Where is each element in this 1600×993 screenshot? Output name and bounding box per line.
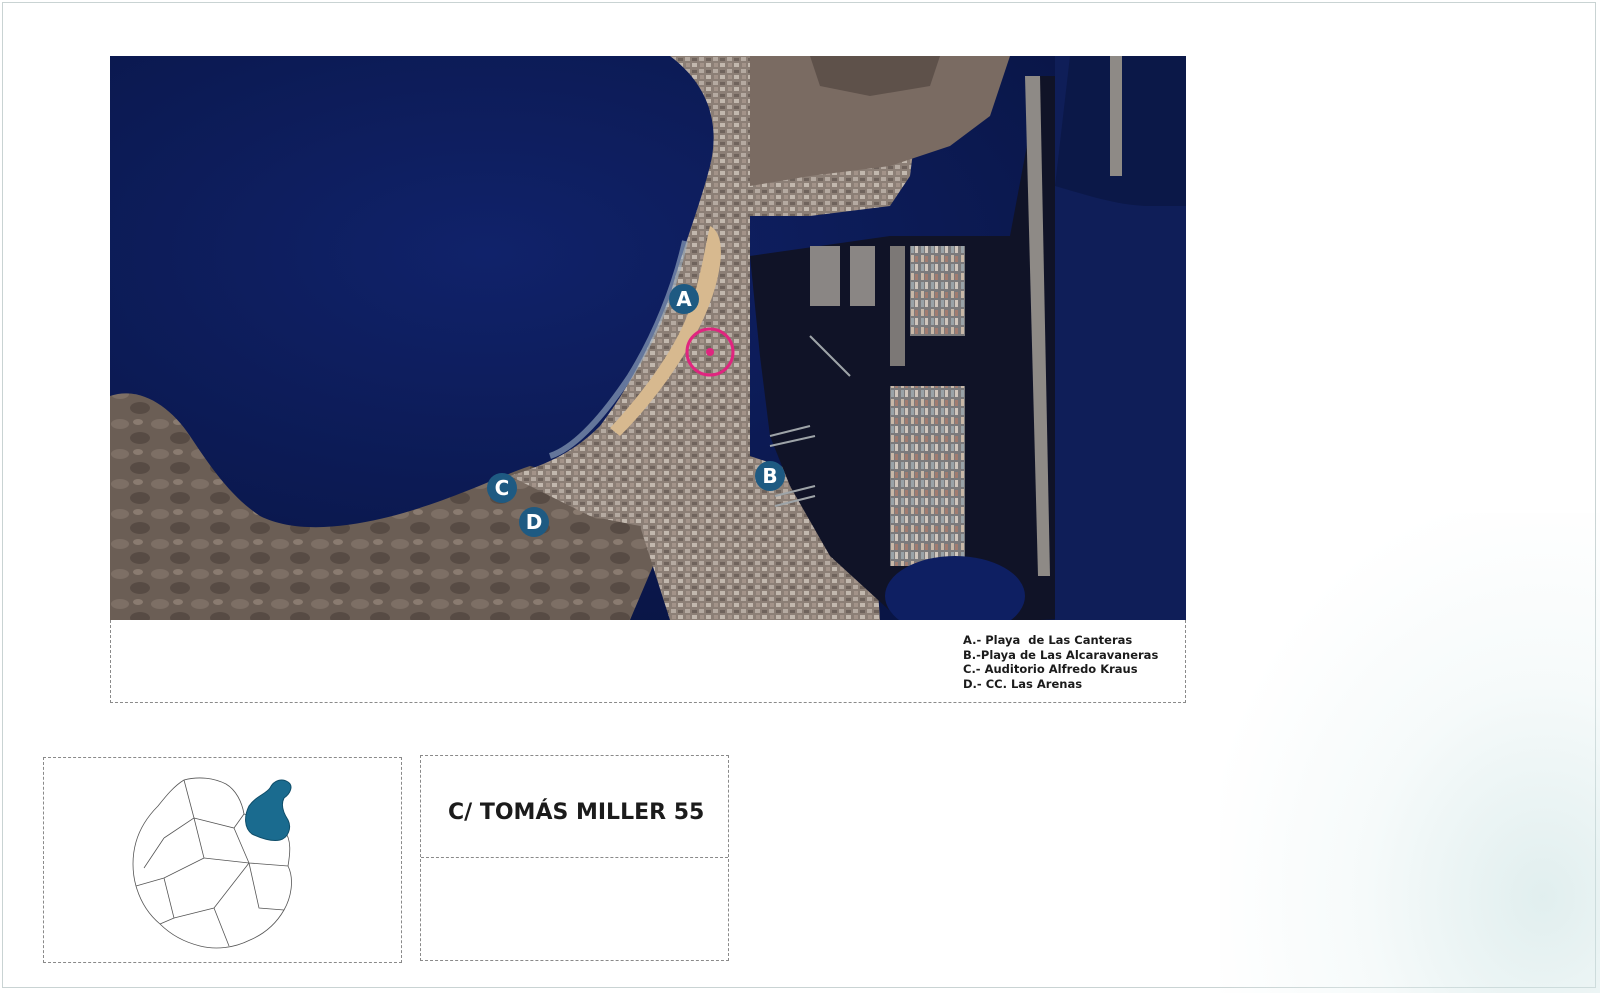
background-glow bbox=[1220, 513, 1600, 993]
satellite-map[interactable]: A B C D bbox=[110, 56, 1186, 620]
marker-c-label: C bbox=[495, 476, 510, 500]
address-panel: C/ TOMÁS MILLER 55 bbox=[420, 755, 729, 961]
legend-item-c: C.- Auditorio Alfredo Kraus bbox=[963, 662, 1138, 676]
container-terminal bbox=[890, 386, 965, 566]
address-divider bbox=[421, 857, 728, 858]
marker-d-label: D bbox=[526, 510, 543, 534]
marker-c[interactable]: C bbox=[487, 473, 517, 503]
marker-d[interactable]: D bbox=[519, 507, 549, 537]
marker-a-label: A bbox=[676, 287, 692, 311]
address-title: C/ TOMÁS MILLER 55 bbox=[448, 800, 705, 825]
marker-b-label: B bbox=[762, 464, 777, 488]
legend-panel: A.- Playa de Las Canteras B.-Playa de La… bbox=[110, 620, 1186, 703]
marker-b[interactable]: B bbox=[755, 461, 785, 491]
legend-item-d: D.- CC. Las Arenas bbox=[963, 676, 1083, 691]
island-outline-map bbox=[132, 777, 292, 949]
legend-item-b: B.-Playa de Las Alcaravaneras bbox=[963, 647, 1159, 662]
legend-item-a: A.- Playa de Las Canteras bbox=[963, 633, 1133, 647]
map-legend: A.- Playa de Las Canteras B.-Playa de La… bbox=[963, 633, 1158, 691]
island-locator-panel bbox=[43, 757, 402, 963]
marker-a[interactable]: A bbox=[669, 284, 699, 314]
highlighted-municipality bbox=[245, 779, 292, 841]
